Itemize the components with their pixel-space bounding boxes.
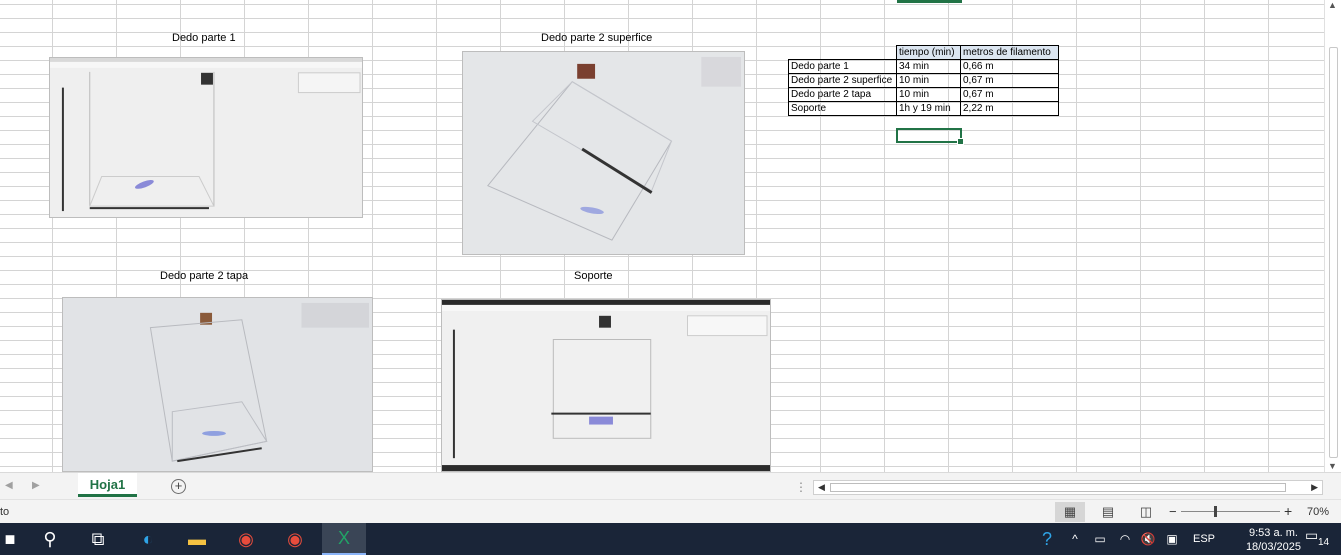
cell-part[interactable]: Dedo parte 1 [788, 59, 897, 74]
split-handle-icon[interactable]: ⋮ [795, 480, 807, 494]
status-text: to [0, 506, 10, 518]
cell-filament[interactable]: 2,22 m [960, 101, 1059, 116]
header-blank [788, 45, 897, 60]
vertical-scroll-thumb[interactable] [1329, 47, 1338, 458]
horizontal-scrollbar[interactable]: ◀ ▶ [813, 480, 1323, 495]
tray-chevron-icon[interactable]: ^ [1063, 523, 1087, 555]
horizontal-scroll-thumb[interactable] [830, 483, 1286, 492]
sheet-tab-hoja1[interactable]: Hoja1 [78, 473, 137, 497]
header-metros[interactable]: metros de filamento [960, 45, 1059, 60]
zoom-level[interactable]: 70% [1307, 506, 1329, 518]
page-layout-view-icon[interactable]: ▤ [1093, 502, 1123, 522]
worksheet-grid[interactable]: Dedo parte 1 Dedo parte 2 superfice Dedo… [0, 0, 1324, 472]
scroll-up-icon[interactable]: ▲ [1328, 0, 1337, 10]
cell-time[interactable]: 10 min [896, 73, 961, 88]
clock[interactable]: 9:53 a. m. 18/03/2025 [1246, 526, 1301, 554]
clock-time: 9:53 a. m. [1249, 527, 1298, 539]
notifications-icon[interactable]: ▭ 14 [1305, 527, 1335, 551]
network-icon[interactable]: ▣ [1160, 523, 1184, 555]
edge-icon[interactable]: ◐ [126, 523, 170, 555]
table-header-row: tiempo (min) metros de filamento [788, 45, 1059, 60]
notification-count: 14 [1317, 537, 1331, 548]
caption-dedo-parte-2-superfice: Dedo parte 2 superfice [541, 32, 653, 44]
excel-icon[interactable]: X [322, 523, 366, 555]
zoom-slider-thumb[interactable] [1214, 506, 1217, 517]
table-row: Dedo parte 2 tapa 10 min 0,67 m [788, 87, 1059, 102]
language-indicator[interactable]: ESP [1193, 533, 1215, 545]
chrome-icon[interactable]: ◉ [224, 523, 268, 555]
next-sheet-icon[interactable]: ▶ [32, 480, 40, 491]
volume-muted-icon[interactable]: 🔇 [1136, 523, 1160, 555]
chrome-profile-icon[interactable]: ◉ [273, 523, 317, 555]
column-highlight [897, 0, 962, 3]
battery-icon[interactable]: ▭ [1088, 523, 1112, 555]
zoom-out-icon[interactable]: − [1169, 504, 1177, 519]
cell-time[interactable]: 1h y 19 min [896, 101, 961, 116]
caption-soporte: Soporte [574, 270, 613, 282]
active-cell[interactable] [896, 128, 964, 145]
table-row: Dedo parte 1 34 min 0,66 m [788, 59, 1059, 74]
cell-part[interactable]: Dedo parte 2 tapa [788, 87, 897, 102]
sheet-tab-bar: ◀ ▶ Hoja1 + ⋮ ◀ ▶ [0, 472, 1341, 499]
caption-dedo-parte-1: Dedo parte 1 [172, 32, 236, 44]
cell-filament[interactable]: 0,67 m [960, 73, 1059, 88]
task-view-icon[interactable]: ⧉ [76, 523, 120, 555]
status-bar: to ▦ ▤ ◫ − + 70% [0, 499, 1341, 523]
help-icon[interactable]: ? [1027, 523, 1067, 555]
file-explorer-icon[interactable]: ▬ [175, 523, 219, 555]
wifi-icon[interactable]: ◠ [1113, 523, 1137, 555]
table-row: Dedo parte 2 superfice 10 min 0,67 m [788, 73, 1059, 88]
caption-dedo-parte-2-tapa: Dedo parte 2 tapa [160, 270, 249, 282]
cell-part[interactable]: Soporte [788, 101, 897, 116]
image-dedo-parte-2-superfice[interactable] [462, 51, 745, 255]
summary-table: tiempo (min) metros de filamento Dedo pa… [788, 45, 1059, 116]
header-tiempo[interactable]: tiempo (min) [896, 45, 961, 60]
cell-time[interactable]: 10 min [896, 87, 961, 102]
search-icon[interactable]: ⚲ [28, 523, 72, 555]
windows-taskbar: ■ ⚲ ⧉ ◐ ▬ ◉ ◉ X ? ^ ▭ ◠ 🔇 ▣ ESP 9:53 a. … [0, 523, 1341, 555]
scroll-down-icon[interactable]: ▼ [1328, 461, 1337, 471]
zoom-slider[interactable] [1181, 506, 1280, 517]
image-dedo-parte-2-tapa[interactable] [62, 297, 373, 472]
scroll-right-icon[interactable]: ▶ [1311, 482, 1318, 493]
clock-date: 18/03/2025 [1245, 541, 1301, 553]
add-sheet-icon[interactable]: + [171, 479, 186, 494]
cell-filament[interactable]: 0,67 m [960, 87, 1059, 102]
zoom-in-icon[interactable]: + [1284, 503, 1292, 519]
image-soporte[interactable] [441, 299, 771, 472]
page-break-view-icon[interactable]: ◫ [1131, 502, 1161, 522]
vertical-scrollbar[interactable]: ▲ ▼ [1324, 0, 1341, 472]
image-dedo-parte-1[interactable] [49, 57, 363, 218]
cell-time[interactable]: 34 min [896, 59, 961, 74]
table-row: Soporte 1h y 19 min 2,22 m [788, 101, 1059, 116]
cell-part[interactable]: Dedo parte 2 superfice [788, 73, 897, 88]
normal-view-icon[interactable]: ▦ [1055, 502, 1085, 522]
prev-sheet-icon[interactable]: ◀ [5, 480, 13, 491]
scroll-left-icon[interactable]: ◀ [818, 482, 825, 493]
cell-filament[interactable]: 0,66 m [960, 59, 1059, 74]
